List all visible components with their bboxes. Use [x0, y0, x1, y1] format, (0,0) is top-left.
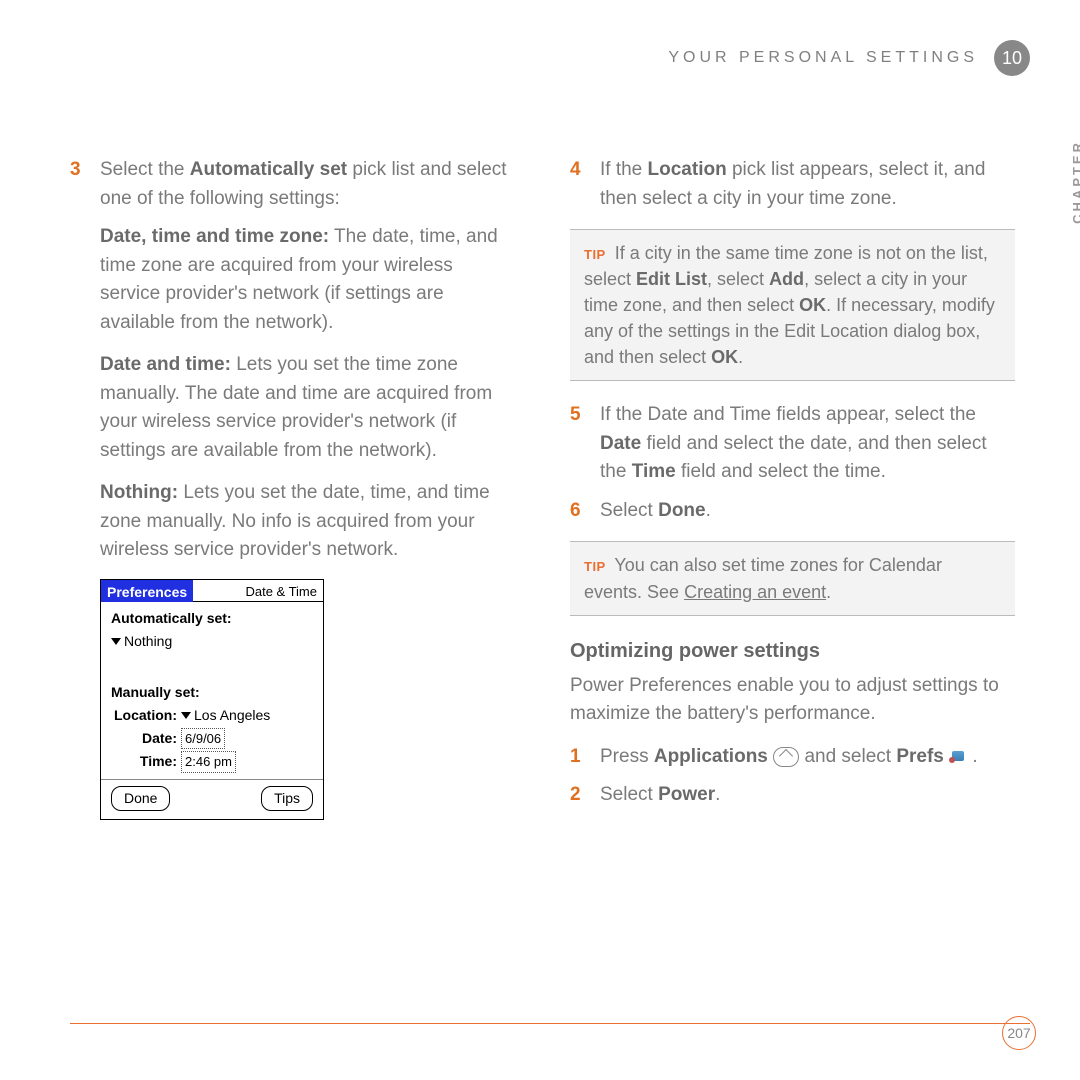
step-4-body: If the Location pick list appears, selec… — [600, 156, 1015, 213]
option-nothing: Nothing: Lets you set the date, time, an… — [100, 479, 515, 565]
location-label: Location: — [111, 705, 181, 726]
auto-set-value: Nothing — [111, 631, 313, 652]
prefs-screen-title: Date & Time — [193, 580, 323, 602]
chevron-down-icon — [181, 712, 191, 719]
option-date-time-zone: Date, time and time zone: The date, time… — [100, 223, 515, 337]
step-number-5: 5 — [570, 401, 600, 487]
tip-label: TIP — [584, 559, 606, 574]
power-step-2-num: 2 — [570, 781, 600, 810]
location-value: Los Angeles — [181, 705, 270, 726]
power-step-2-body: Select Power. — [600, 781, 1015, 810]
chapter-side-label: CHAPTER — [1070, 140, 1080, 224]
time-label: Time: — [111, 751, 181, 773]
subsection-heading: Optimizing power settings — [570, 636, 1015, 666]
time-value: 2:46 pm — [181, 751, 236, 773]
step-5-body: If the Date and Time fields appear, sele… — [600, 401, 1015, 487]
step-number-3: 3 — [70, 156, 100, 213]
step-6-body: Select Done. — [600, 497, 1015, 526]
applications-icon — [773, 747, 799, 767]
step-number-6: 6 — [570, 497, 600, 526]
power-step-1-num: 1 — [570, 743, 600, 772]
date-label: Date: — [111, 728, 181, 750]
done-button: Done — [111, 786, 170, 811]
step-number-4: 4 — [570, 156, 600, 213]
option-date-time: Date and time: Lets you set the time zon… — [100, 351, 515, 465]
prefs-icon — [949, 749, 967, 765]
prefs-tab: Preferences — [101, 580, 193, 602]
auto-set-label: Automatically set: — [111, 608, 313, 629]
section-title: YOUR PERSONAL SETTINGS — [668, 49, 978, 67]
tip-box-1: TIP If a city in the same time zone is n… — [570, 229, 1015, 381]
tip-box-2: TIP You can also set time zones for Cale… — [570, 541, 1015, 615]
chevron-down-icon — [111, 638, 121, 645]
preferences-screenshot: Preferences Date & Time Automatically se… — [100, 579, 324, 820]
page-number: 207 — [1002, 1016, 1036, 1050]
power-step-1-body: Press Applications and select Prefs . — [600, 743, 1015, 772]
creating-event-link[interactable]: Creating an event — [684, 582, 826, 602]
tips-button: Tips — [261, 786, 313, 811]
manual-set-label: Manually set: — [111, 682, 313, 703]
step-3-body: Select the Automatically set pick list a… — [100, 156, 515, 213]
left-column: 3 Select the Automatically set pick list… — [70, 156, 515, 820]
tip-label: TIP — [584, 247, 606, 262]
date-value: 6/9/06 — [181, 728, 225, 750]
power-para: Power Preferences enable you to adjust s… — [570, 672, 1015, 729]
chapter-number-badge: 10 — [994, 40, 1030, 76]
right-column: 4 If the Location pick list appears, sel… — [570, 156, 1015, 820]
footer-rule — [70, 1023, 1030, 1024]
